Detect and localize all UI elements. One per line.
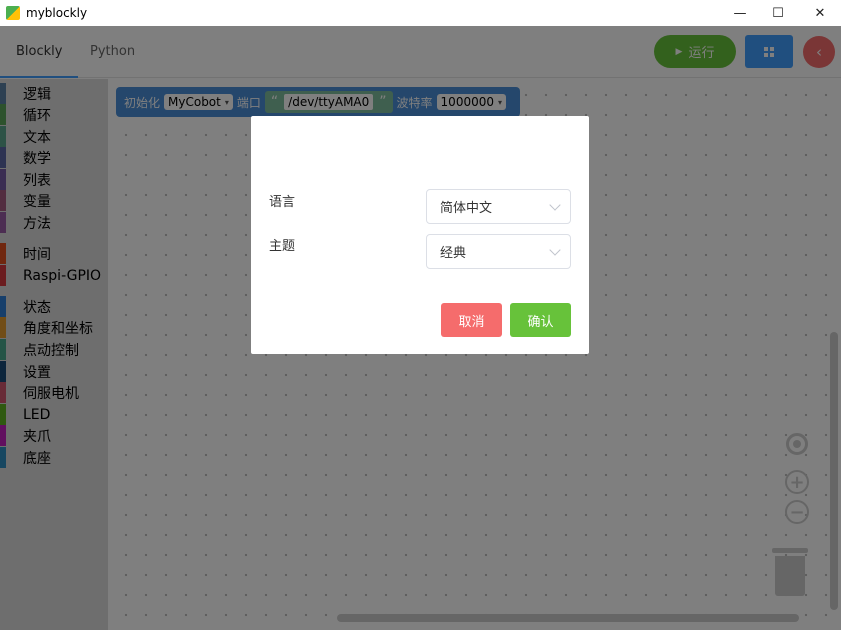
title-bar: myblockly — ☐ ✕ [0, 0, 841, 26]
minimize-button[interactable]: — [720, 0, 760, 26]
theme-label: 主题 [269, 239, 296, 254]
language-select-value: 简体中文 [440, 201, 493, 216]
settings-dialog: 语言 简体中文 主题 经典 取消 确认 [251, 116, 589, 354]
theme-select-value: 经典 [440, 246, 467, 261]
theme-select[interactable]: 经典 [426, 234, 571, 269]
language-label: 语言 [269, 195, 296, 210]
cancel-button[interactable]: 取消 [441, 303, 502, 337]
confirm-button[interactable]: 确认 [510, 303, 571, 337]
close-window-button[interactable]: ✕ [800, 0, 840, 26]
chevron-down-icon [549, 244, 561, 256]
window-title: myblockly [26, 6, 88, 20]
app-logo-icon [6, 6, 20, 20]
chevron-down-icon [549, 199, 561, 211]
maximize-button[interactable]: ☐ [758, 0, 798, 26]
language-select[interactable]: 简体中文 [426, 189, 571, 224]
